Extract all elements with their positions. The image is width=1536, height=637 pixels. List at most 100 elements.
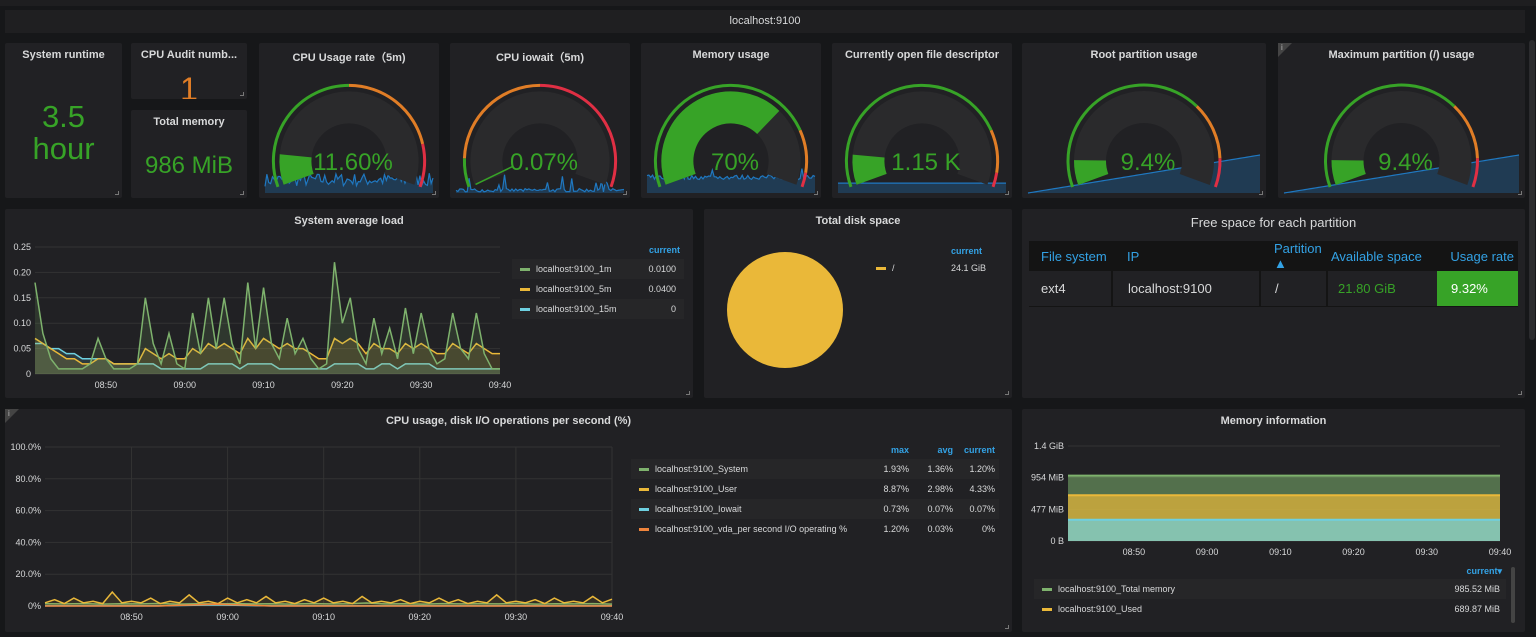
panel-title: Free space for each partition	[1190, 215, 1357, 230]
gauge-value: 70%	[711, 149, 759, 176]
legend-swatch	[1042, 587, 1052, 591]
legend-label: localhost:9100_User	[655, 484, 738, 494]
threshold-green	[462, 158, 471, 188]
panel-total-disk-space: Total disk space current / 24.1 GiB	[704, 209, 1012, 398]
resize-handle[interactable]	[623, 191, 627, 195]
cell-file-system: ext4	[1029, 271, 1113, 306]
memory-area-2	[1068, 519, 1500, 541]
y-tick-label: 0	[26, 369, 31, 379]
column-ip[interactable]: IP	[1112, 241, 1260, 271]
resize-handle[interactable]	[432, 191, 436, 195]
legend-swatch	[1042, 607, 1052, 611]
x-tick-label: 08:50	[95, 380, 118, 390]
legend-item[interactable]: localhost:9100_1m 0.0100	[512, 259, 684, 279]
panel-cpu-usage-disk-io: i CPU usage, disk I/O operations per sec…	[5, 409, 1012, 632]
sparkline-fill	[838, 183, 1006, 193]
x-tick-label: 09:00	[173, 380, 196, 390]
y-tick-label: 60.0%	[15, 506, 41, 516]
y-tick-label: 0.25	[13, 242, 31, 252]
resize-handle[interactable]	[814, 191, 818, 195]
threshold-orange	[989, 129, 1000, 174]
resize-handle[interactable]	[1259, 191, 1263, 195]
legend-item[interactable]: localhost:9100_Total memory 985.52 MiB	[1034, 579, 1506, 599]
y-tick-label: 20.0%	[15, 569, 41, 579]
legend-swatch	[639, 527, 649, 531]
legend-label: localhost:9100_15m	[536, 304, 617, 314]
table-row: ext4 localhost:9100 / 21.80 GiB 9.32%	[1029, 271, 1518, 306]
column-file-system[interactable]: File system	[1029, 241, 1112, 271]
legend-swatch	[639, 467, 649, 471]
resize-handle[interactable]	[240, 92, 244, 96]
panel-title: Total memory	[153, 116, 225, 128]
panel-gauge-0: CPU Usage rate（5m) 11.60%	[259, 43, 439, 198]
legend-avg: 0.07%	[927, 504, 953, 514]
resize-handle[interactable]	[1005, 191, 1009, 195]
x-tick-label: 09:40	[601, 612, 624, 622]
panel-gauge-5: i Maximum partition (/) usage 9.4%	[1278, 43, 1525, 198]
legend-item[interactable]: localhost:9100_15m 0	[512, 299, 684, 319]
legend-label: localhost:9100_vda_per second I/O operat…	[655, 524, 848, 534]
legend-current: 1.20%	[969, 464, 995, 474]
resize-handle[interactable]	[1518, 391, 1522, 395]
gauge-chart: 11.60%	[264, 83, 434, 193]
row-header[interactable]: localhost:9100	[5, 10, 1525, 33]
cpu-audit-value: 1	[180, 71, 198, 99]
y-tick-label: 477 MiB	[1031, 504, 1064, 514]
memory-legend: localhost:9100_Total memory 985.52 MiB loc…	[1034, 579, 1506, 619]
panel-system-runtime: System runtime 3.5 hour	[5, 43, 122, 198]
gauge-value: 0.07%	[510, 149, 578, 176]
memory-chart: 0 B 477 MiB 954 MiB 1.4 GiB 08:50 09:00 09:10 0…	[1031, 441, 1511, 557]
resize-handle[interactable]	[1005, 625, 1009, 629]
gauge-value: 9.4%	[1121, 149, 1176, 176]
x-tick-label: 09:30	[410, 380, 433, 390]
legend-scrollbar[interactable]	[1511, 567, 1515, 623]
legend-item[interactable]: / 24.1 GiB	[876, 263, 986, 273]
runtime-value: 3.5	[41, 99, 86, 134]
gauge-value-fill	[1331, 159, 1367, 185]
column-usage-rate[interactable]: Usage rate	[1437, 241, 1518, 271]
resize-handle[interactable]	[686, 391, 690, 395]
panel-cpu-audit: CPU Audit numb... 1	[131, 43, 247, 99]
legend-item[interactable]: localhost:9100_Used 689.87 MiB	[1034, 599, 1506, 619]
panel-gauge-3: Currently open file descriptor 1.15 K	[832, 43, 1012, 198]
legend-header-current[interactable]: current▾	[1442, 566, 1502, 577]
gauge-chart: 0.07%	[455, 83, 625, 193]
table-header-row: File system IP Partition ▲ Available spa…	[1029, 241, 1518, 271]
legend-current: 0.0400	[648, 284, 676, 294]
x-tick-label: 09:20	[331, 380, 354, 390]
disk-pie-chart	[727, 252, 843, 368]
legend-swatch	[520, 307, 530, 311]
column-available-space[interactable]: Available space	[1327, 241, 1437, 271]
legend-header-current: current	[963, 445, 995, 455]
legend-max: 8.87%	[883, 484, 909, 494]
panel-gauge-2: Memory usage 70%	[641, 43, 821, 198]
cell-partition: /	[1260, 271, 1328, 306]
y-tick-label: 1.4 GiB	[1034, 441, 1064, 451]
gauge-chart: 9.4%	[1283, 83, 1520, 194]
legend-current: 4.33%	[969, 484, 995, 494]
scrollbar[interactable]	[1529, 40, 1535, 340]
panel-gauge-1: CPU iowait（5m) 0.07%	[450, 43, 630, 198]
legend-current: 0.07%	[969, 504, 995, 514]
column-partition[interactable]: Partition ▲	[1260, 241, 1327, 271]
total-memory-value: 986 MiB	[144, 152, 234, 179]
legend-current: 0	[670, 304, 676, 314]
legend-item[interactable]: localhost:9100_vda_per second I/O operat…	[631, 519, 999, 539]
legend-value: 24.1 GiB	[950, 263, 986, 273]
resize-handle[interactable]	[115, 191, 119, 195]
x-tick-label: 08:50	[120, 612, 143, 622]
legend-item[interactable]: localhost:9100_System 1.93% 1.36% 1.20%	[631, 459, 999, 479]
legend-item[interactable]: localhost:9100_5m 0.0400	[512, 279, 684, 299]
legend-max: 1.93%	[883, 464, 909, 474]
legend-item[interactable]: localhost:9100_Iowait 0.73% 0.07% 0.07%	[631, 499, 999, 519]
legend-avg: 1.36%	[927, 464, 953, 474]
resize-handle[interactable]	[1005, 391, 1009, 395]
legend-item[interactable]: localhost:9100_User 8.87% 2.98% 4.33%	[631, 479, 999, 499]
resize-handle[interactable]	[240, 191, 244, 195]
gauge-value: 1.15 K	[891, 149, 960, 176]
resize-handle[interactable]	[1518, 191, 1522, 195]
legend-current: 0.0100	[648, 264, 676, 274]
legend-label: localhost:9100_Iowait	[655, 504, 742, 514]
gauge-chart: 1.15 K	[838, 83, 1006, 193]
gauge-value: 11.60%	[313, 149, 393, 176]
